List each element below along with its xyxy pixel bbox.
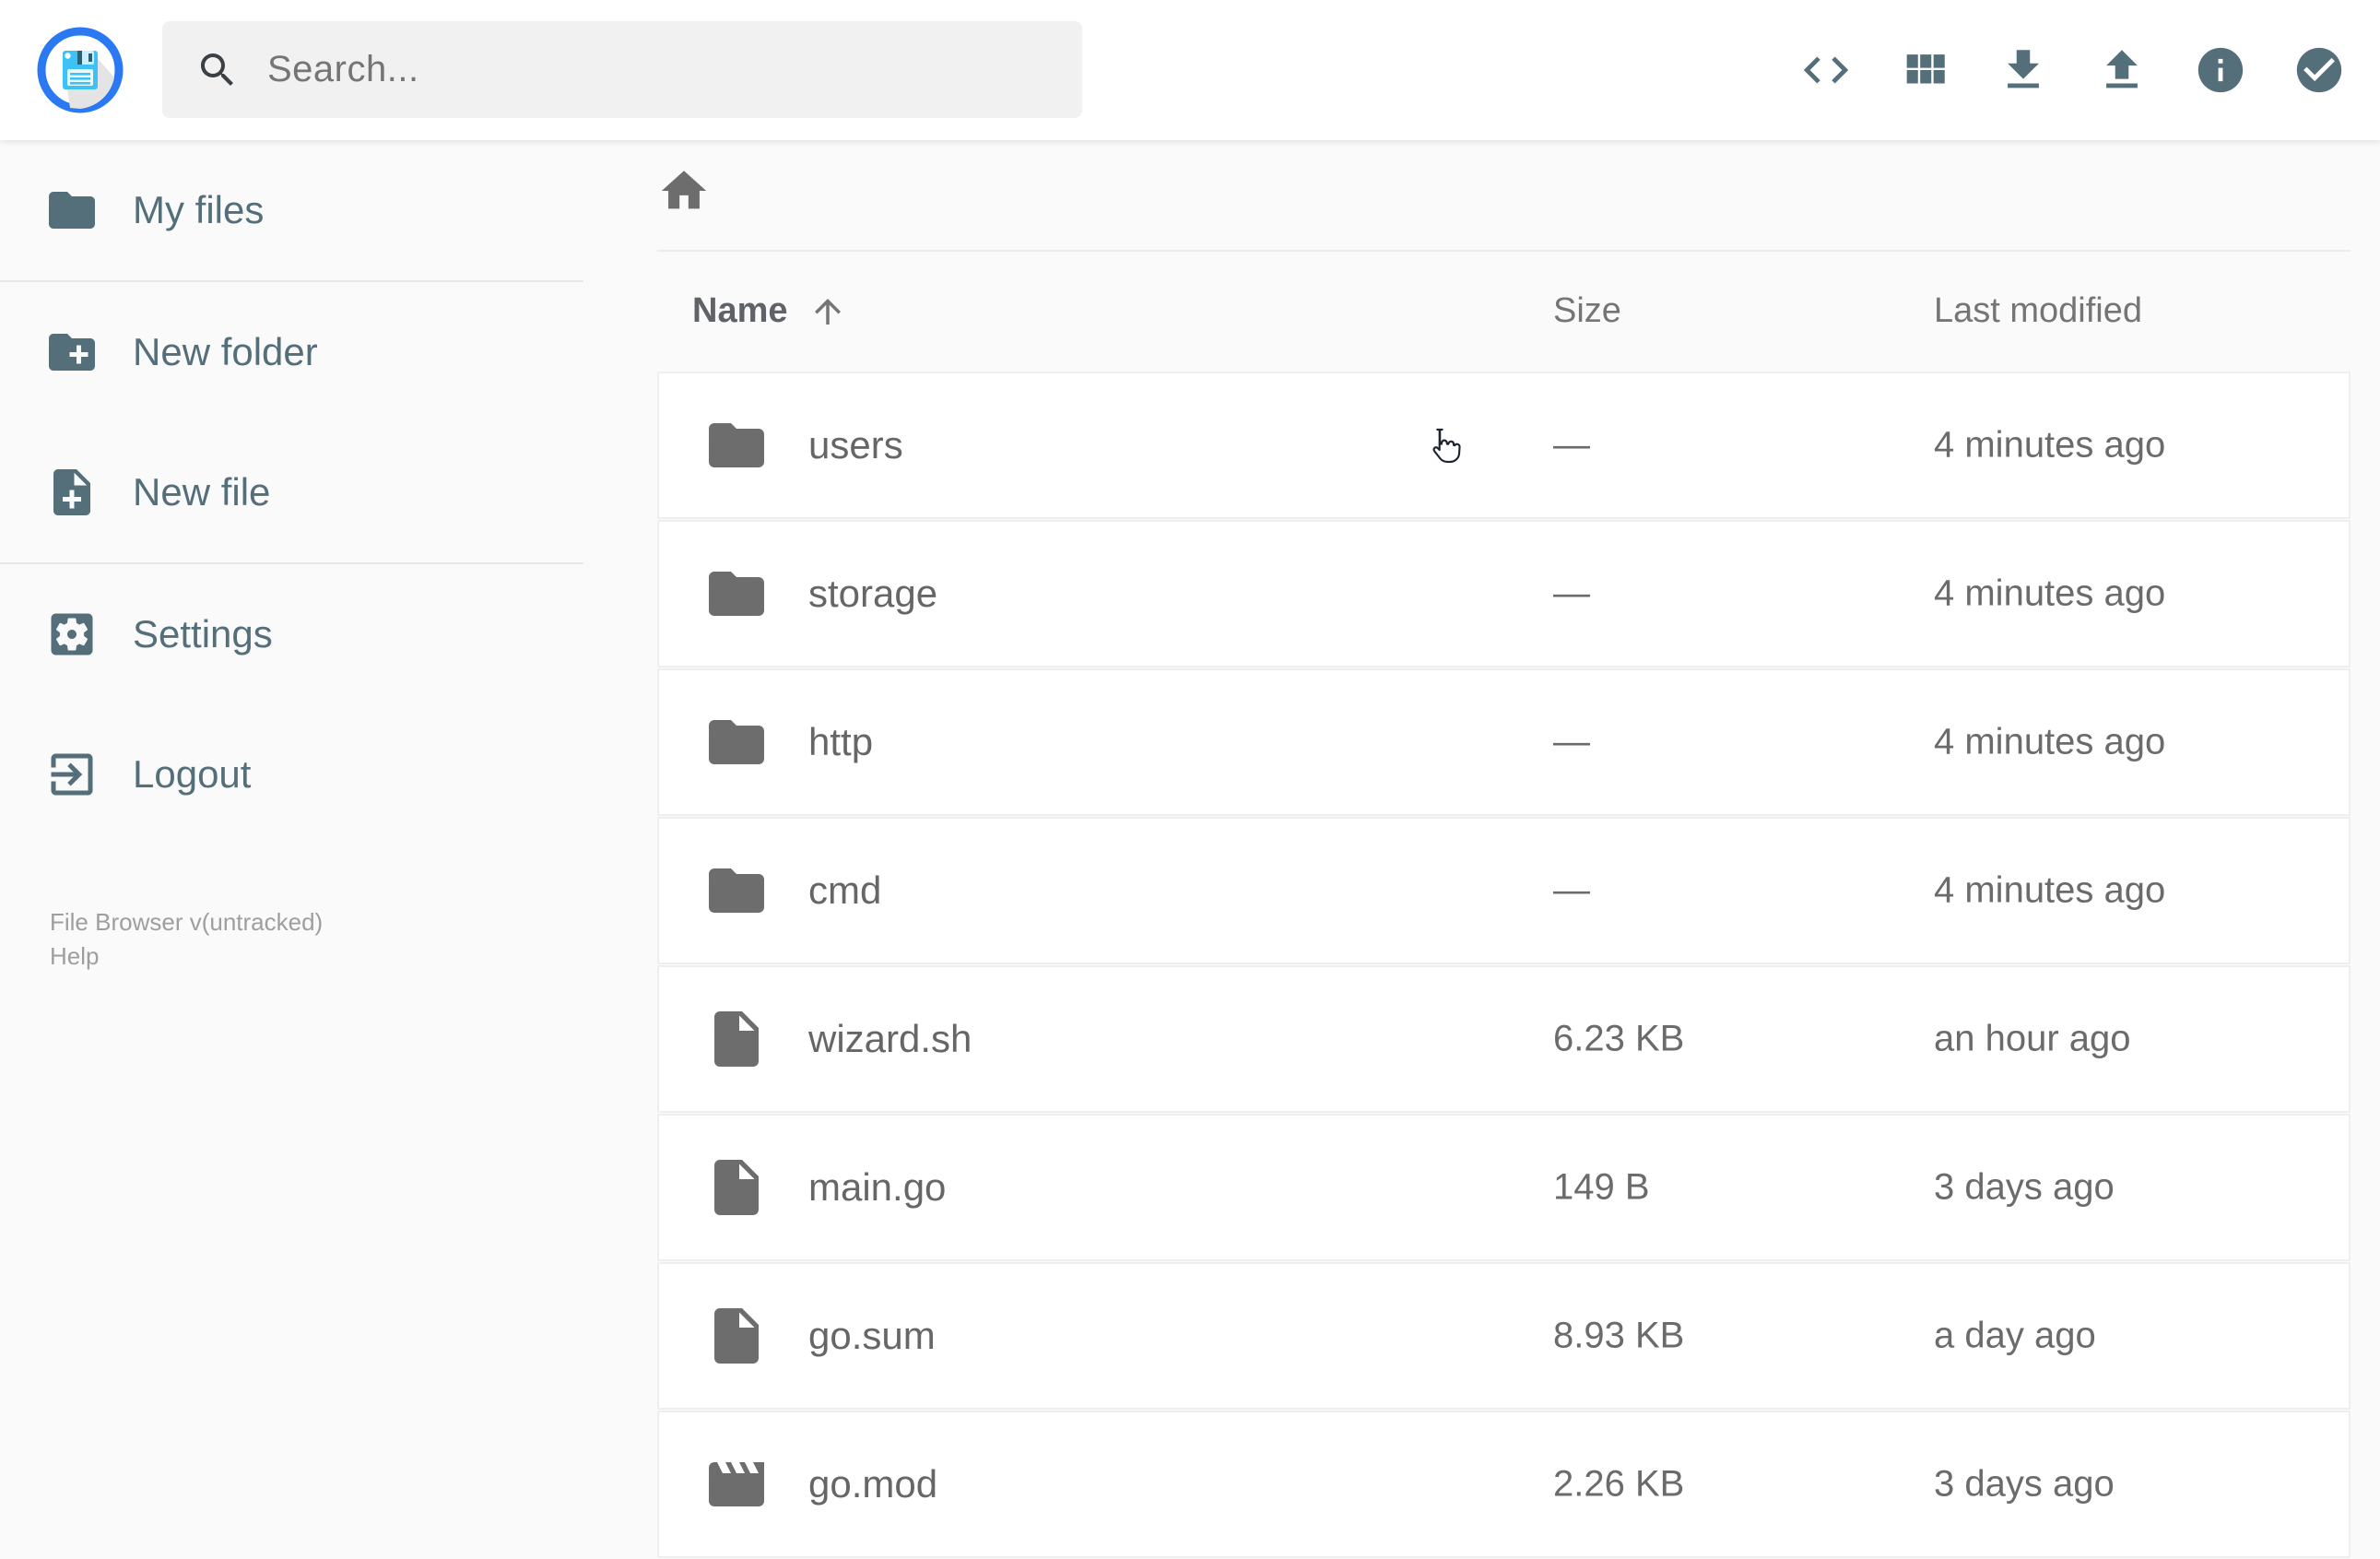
sort-by-modified-button[interactable]: Last modified	[1934, 291, 2142, 331]
download-icon	[2008, 50, 2039, 89]
toolbar-download-button[interactable]	[1997, 43, 2050, 97]
filebrowser-logo-icon[interactable]	[37, 27, 124, 113]
settings-icon	[51, 613, 93, 655]
search-icon	[195, 48, 240, 92]
check-circle-icon	[2296, 47, 2342, 93]
file-row-users[interactable]: users — 4 minutes ago	[657, 372, 2351, 519]
sidebar-item-settings[interactable]: Settings	[0, 564, 583, 704]
file-row-go.mod[interactable]: go.mod 2.26 KB 3 days ago	[657, 1411, 2351, 1558]
sidebar-item-logout[interactable]: Logout	[0, 704, 583, 844]
app-version-text: File Browser v(untracked)	[50, 908, 324, 936]
home-icon	[661, 171, 707, 209]
folder-icon	[49, 192, 95, 229]
file-size: —	[1553, 424, 1590, 466]
file-modified: 3 days ago	[1934, 1463, 2115, 1505]
sidebar-item-label: New file	[133, 470, 271, 514]
file-name: storage	[808, 572, 938, 615]
listing-column-headers: Name Size Last modified	[657, 278, 2351, 343]
file-row-cmd[interactable]: cmd — 4 minutes ago	[657, 817, 2351, 964]
file-name: wizard.sh	[808, 1017, 972, 1060]
sort-by-name-button[interactable]: Name	[692, 291, 847, 331]
file-modified: 3 days ago	[1934, 1166, 2115, 1208]
sidebar-item-label: Settings	[133, 612, 273, 655]
search-icon	[201, 53, 233, 86]
file-size: —	[1553, 721, 1590, 762]
sidebar-item-label: My files	[133, 188, 265, 231]
folder-icon	[703, 857, 770, 924]
file-name: http	[808, 720, 874, 763]
file-modified: 4 minutes ago	[1934, 573, 2166, 614]
sidebar: My files New folder New file Settings Logout…	[0, 140, 583, 1530]
file-size: 2.26 KB	[1553, 1463, 1685, 1505]
folder-icon	[703, 709, 770, 775]
folder-icon	[709, 572, 764, 616]
sort-by-size-button[interactable]: Size	[1553, 291, 1621, 331]
logout-icon	[51, 753, 93, 796]
sidebar-item-my-files[interactable]: My files	[0, 140, 583, 280]
file-name: go.mod	[808, 1462, 938, 1506]
file-icon	[714, 1160, 759, 1215]
file-size: —	[1553, 869, 1590, 911]
file-size: —	[1553, 573, 1590, 614]
file-listing: users — 4 minutes ago storage — 4 minutes ago…	[657, 372, 2351, 1559]
sidebar-item-new-folder[interactable]: New folder	[0, 282, 583, 422]
file-name: users	[808, 423, 903, 467]
movie-icon	[703, 1451, 770, 1518]
file-icon	[703, 1303, 770, 1369]
grid-view-icon	[1906, 54, 1945, 84]
file-icon	[714, 1308, 759, 1364]
toolbar-info-button[interactable]	[2194, 43, 2247, 97]
folder-icon	[709, 423, 764, 467]
file-name: cmd	[808, 868, 882, 912]
toolbar-code-button[interactable]	[1799, 43, 1853, 97]
help-link[interactable]: Help	[50, 939, 323, 974]
arrow-up-icon	[814, 298, 841, 325]
file-row-http[interactable]: http — 4 minutes ago	[657, 668, 2351, 816]
code-icon	[1803, 56, 1849, 84]
file-modified: 4 minutes ago	[1934, 869, 2166, 911]
file-icon	[703, 1154, 770, 1221]
file-modified: 4 minutes ago	[1934, 721, 2166, 762]
toolbar-upload-button[interactable]	[2095, 43, 2149, 97]
column-name-label: Name	[692, 291, 788, 330]
movie-icon	[709, 1462, 764, 1506]
new-file-icon	[53, 469, 90, 515]
folder-icon	[703, 561, 770, 627]
file-row-go.sum[interactable]: go.sum 8.93 KB a day ago	[657, 1262, 2351, 1410]
file-row-storage[interactable]: storage — 4 minutes ago	[657, 520, 2351, 667]
file-name: main.go	[808, 1165, 947, 1209]
main-content: Name Size Last modified users — 4 minutes …	[583, 140, 2380, 1558]
sidebar-item-label: Logout	[133, 752, 252, 796]
sidebar-item-label: New folder	[133, 330, 318, 373]
folder-icon	[709, 720, 764, 764]
info-icon	[2197, 47, 2244, 93]
file-row-main.go[interactable]: main.go 149 B 3 days ago	[657, 1114, 2351, 1261]
upload-icon	[2106, 50, 2138, 89]
file-modified: an hour ago	[1934, 1018, 2131, 1059]
sidebar-footer: File Browser v(untracked) Help	[50, 905, 323, 974]
folder-icon	[703, 412, 770, 478]
file-size: 8.93 KB	[1553, 1315, 1685, 1356]
file-row-wizard.sh[interactable]: wizard.sh 6.23 KB an hour ago	[657, 965, 2351, 1113]
file-name: go.sum	[808, 1314, 936, 1357]
file-size: 6.23 KB	[1553, 1018, 1685, 1059]
breadcrumb-divider	[657, 250, 2351, 252]
new-folder-icon	[49, 334, 95, 371]
search-placeholder: Search...	[267, 49, 419, 89]
file-modified: a day ago	[1934, 1315, 2096, 1356]
header-toolbar	[1799, 0, 2346, 140]
file-icon	[703, 1006, 770, 1072]
file-icon	[714, 1011, 759, 1067]
breadcrumb-home-icon[interactable]	[657, 164, 711, 218]
sidebar-item-new-file[interactable]: New file	[0, 422, 583, 562]
app-header: Search...	[0, 0, 2380, 140]
file-size: 149 B	[1553, 1166, 1650, 1208]
toolbar-check-circle-button[interactable]	[2292, 43, 2346, 97]
search-input[interactable]: Search...	[162, 21, 1082, 118]
toolbar-grid-view-button[interactable]	[1898, 43, 1951, 97]
file-modified: 4 minutes ago	[1934, 424, 2166, 466]
folder-icon	[709, 868, 764, 913]
sort-ascending-arrow-icon	[808, 292, 847, 331]
